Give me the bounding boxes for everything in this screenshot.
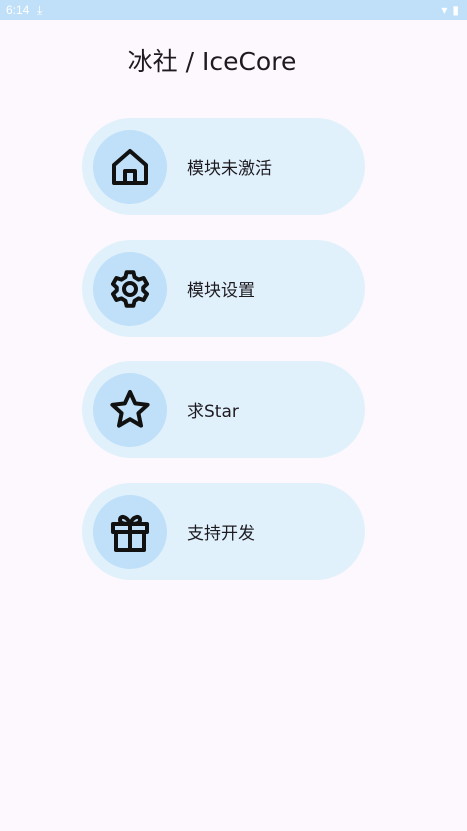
status-icons: ▾ ▮ — [441, 3, 459, 17]
menu-item-module-settings[interactable]: 模块设置 — [82, 240, 365, 337]
menu-item-module-status[interactable]: 模块未激活 — [82, 118, 365, 215]
menu-item-label: 支持开发 — [187, 524, 255, 544]
gear-icon — [93, 251, 167, 326]
status-time: 6:14 — [6, 3, 30, 17]
menu-item-label: 求Star — [187, 402, 239, 422]
star-icon — [93, 372, 167, 447]
battery-icon: ▮ — [452, 3, 459, 17]
app-title: 冰社 / IceCore — [127, 47, 297, 76]
menu-item-label: 模块未激活 — [187, 159, 272, 179]
download-icon: ⤓ — [37, 3, 43, 17]
status-bar: 6:14 ⤓ ▾ ▮ — [0, 0, 467, 20]
home-icon — [93, 129, 167, 204]
gift-icon — [93, 494, 167, 569]
wifi-icon: ▾ — [441, 3, 448, 17]
menu-item-label: 模块设置 — [187, 281, 255, 301]
menu-item-support-development[interactable]: 支持开发 — [82, 483, 365, 580]
menu-item-star[interactable]: 求Star — [82, 361, 365, 458]
